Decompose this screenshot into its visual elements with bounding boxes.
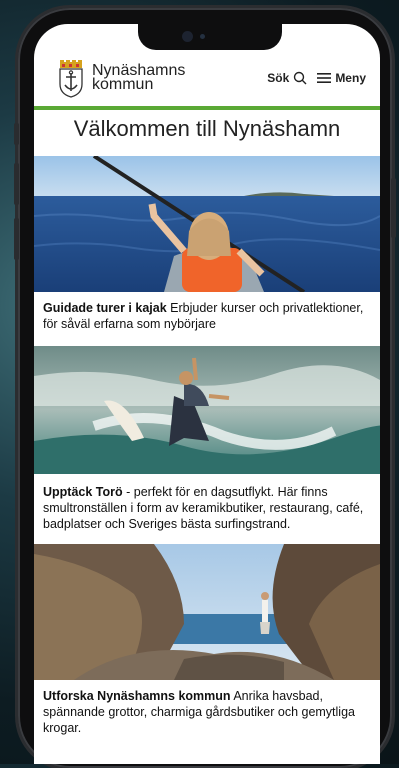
hamburger-menu-icon bbox=[317, 73, 332, 83]
search-button[interactable]: Sök bbox=[267, 71, 307, 85]
card-explore-heading: Utforska Nynäshamns kommun bbox=[43, 689, 231, 703]
site-logo-text[interactable]: Nynäshamns kommun bbox=[92, 63, 185, 93]
card-explore-text[interactable]: Utforska Nynäshamns kommun Anrika havsba… bbox=[43, 688, 373, 736]
phone-side-button bbox=[14, 218, 19, 260]
cave-coast-photo[interactable] bbox=[34, 544, 380, 680]
sensor-icon bbox=[200, 34, 205, 39]
header-actions: Sök Meny bbox=[267, 71, 366, 85]
menu-button[interactable]: Meny bbox=[317, 71, 366, 85]
coat-of-arms-icon[interactable] bbox=[58, 58, 84, 98]
surfing-photo[interactable] bbox=[34, 346, 380, 474]
search-label: Sök bbox=[267, 71, 290, 85]
card-toro-heading: Upptäck Torö bbox=[43, 485, 123, 499]
page-title: Välkommen till Nynäshamn bbox=[73, 116, 341, 141]
phone-notch bbox=[138, 24, 282, 50]
menu-label: Meny bbox=[335, 71, 366, 85]
logo-line-2: kommun bbox=[92, 76, 154, 93]
kayak-photo[interactable] bbox=[34, 156, 380, 292]
search-icon bbox=[294, 71, 307, 85]
site-header: Nynäshamns kommun Sök Meny bbox=[34, 52, 380, 104]
card-toro-text[interactable]: Upptäck Torö - perfekt för en dagsutflyk… bbox=[43, 484, 373, 532]
phone-side-button bbox=[14, 163, 19, 205]
card-kayak-text[interactable]: Guidade turer i kajak Erbjuder kurser oc… bbox=[43, 300, 373, 332]
header-accent-bar bbox=[34, 106, 380, 110]
card-kayak-heading: Guidade turer i kajak bbox=[43, 301, 167, 315]
phone-screen: Nynäshamns kommun Sök Meny Välkommen til… bbox=[34, 24, 380, 764]
phone-side-button bbox=[14, 123, 19, 145]
phone-side-button bbox=[391, 178, 396, 238]
front-camera-icon bbox=[182, 31, 193, 42]
